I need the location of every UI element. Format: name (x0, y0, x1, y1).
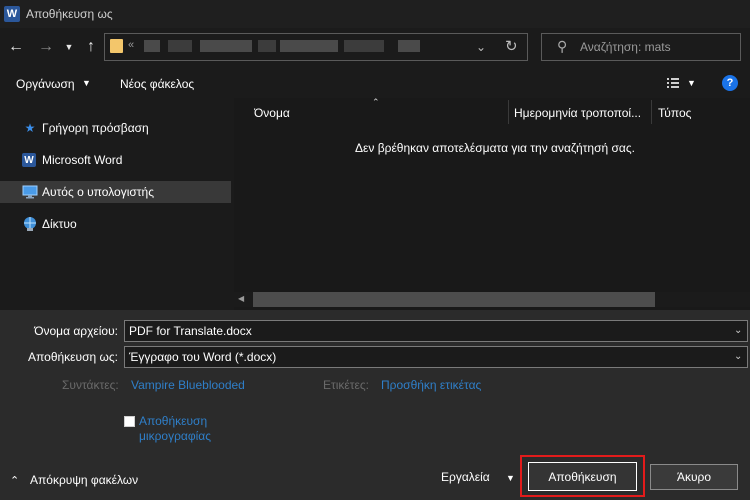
authors-value[interactable]: Vampire Blueblooded (131, 378, 245, 392)
search-icon: ⚲ (557, 38, 568, 54)
word-app-icon: W (4, 6, 20, 22)
back-arrow-icon[interactable]: ← (7, 36, 25, 58)
star-icon: ★ (24, 121, 36, 135)
view-options-icon[interactable] (667, 78, 679, 88)
file-list-pane (234, 98, 750, 310)
chevron-down-icon: ▼ (82, 78, 91, 88)
up-arrow-icon[interactable]: ↑ (82, 36, 100, 58)
address-path-redacted (144, 40, 160, 52)
horizontal-scrollbar-thumb[interactable] (253, 292, 655, 307)
folder-icon (110, 39, 123, 53)
address-path-redacted (344, 40, 384, 52)
help-icon[interactable]: ? (722, 75, 738, 91)
organize-menu-button[interactable]: Οργάνωση (16, 77, 75, 91)
address-path-redacted (200, 40, 252, 52)
save-type-label: Αποθήκευση ως: (28, 350, 118, 364)
forward-arrow-icon[interactable]: → (37, 36, 55, 58)
new-folder-button[interactable]: Νέος φάκελος (120, 77, 194, 91)
filename-value[interactable]: PDF for Translate.docx (129, 324, 252, 338)
nav-item-label: Microsoft Word (42, 153, 123, 167)
nav-item-label: Γρήγορη πρόσβαση (42, 121, 149, 135)
view-chevron-down-icon[interactable]: ▼ (687, 78, 696, 88)
tags-label: Ετικέτες: (323, 378, 369, 392)
address-path-redacted (168, 40, 192, 52)
refresh-icon[interactable]: ↻ (505, 37, 518, 55)
address-path-redacted (280, 40, 338, 52)
tools-menu-button[interactable]: Εργαλεία (441, 470, 490, 484)
authors-label: Συντάκτες: (62, 378, 119, 392)
nav-item-network[interactable]: Δίκτυο (0, 213, 231, 235)
save-type-chevron-down-icon[interactable]: ⌄ (734, 351, 742, 362)
network-icon (22, 216, 38, 232)
column-header-date-modified[interactable]: Ημερομηνία τροποποί... (514, 106, 648, 120)
search-input[interactable] (580, 40, 730, 54)
window-title: Αποθήκευση ως (26, 7, 113, 21)
save-button[interactable]: Αποθήκευση (528, 462, 637, 491)
save-type-value[interactable]: Έγγραφο του Word (*.docx) (129, 350, 276, 364)
nav-item-microsoft-word[interactable]: W Microsoft Word (0, 149, 231, 171)
scroll-left-icon[interactable]: ◀ (238, 294, 244, 303)
column-divider[interactable] (508, 100, 509, 124)
filename-label: Όνομα αρχείου: (34, 324, 118, 338)
nav-item-quick-access[interactable]: ★ Γρήγορη πρόσβαση (0, 117, 231, 139)
computer-icon (22, 184, 38, 200)
column-header-type[interactable]: Τύπος (658, 106, 738, 120)
column-header-name[interactable]: Όνομα (254, 106, 504, 120)
save-thumbnail-checkbox[interactable] (124, 416, 135, 427)
empty-results-message: Δεν βρέθηκαν αποτελέσματα για την αναζήτ… (355, 141, 635, 155)
tags-value[interactable]: Προσθήκη ετικέτας (381, 378, 481, 392)
recent-locations-chevron-icon[interactable]: ▼ (60, 36, 78, 58)
address-path-redacted (398, 40, 420, 52)
tools-chevron-down-icon[interactable]: ▼ (506, 473, 515, 483)
column-divider[interactable] (651, 100, 652, 124)
word-icon: W (22, 153, 36, 167)
filename-chevron-down-icon[interactable]: ⌄ (734, 325, 742, 336)
save-thumbnail-label[interactable]: Αποθήκευση μικρογραφίας (139, 414, 249, 444)
address-path-redacted (258, 40, 276, 52)
nav-item-label: Δίκτυο (42, 217, 77, 231)
nav-item-this-pc[interactable]: Αυτός ο υπολογιστής (0, 181, 231, 203)
address-prefix: « (128, 39, 135, 51)
nav-item-label: Αυτός ο υπολογιστής (42, 185, 154, 199)
address-dropdown-chevron-icon[interactable]: ⌄ (476, 40, 486, 54)
cancel-button[interactable]: Άκυρο (650, 464, 738, 490)
hide-folders-button[interactable]: Απόκρυψη φακέλων (30, 473, 138, 487)
chevron-up-icon[interactable]: ⌃ (10, 474, 19, 487)
